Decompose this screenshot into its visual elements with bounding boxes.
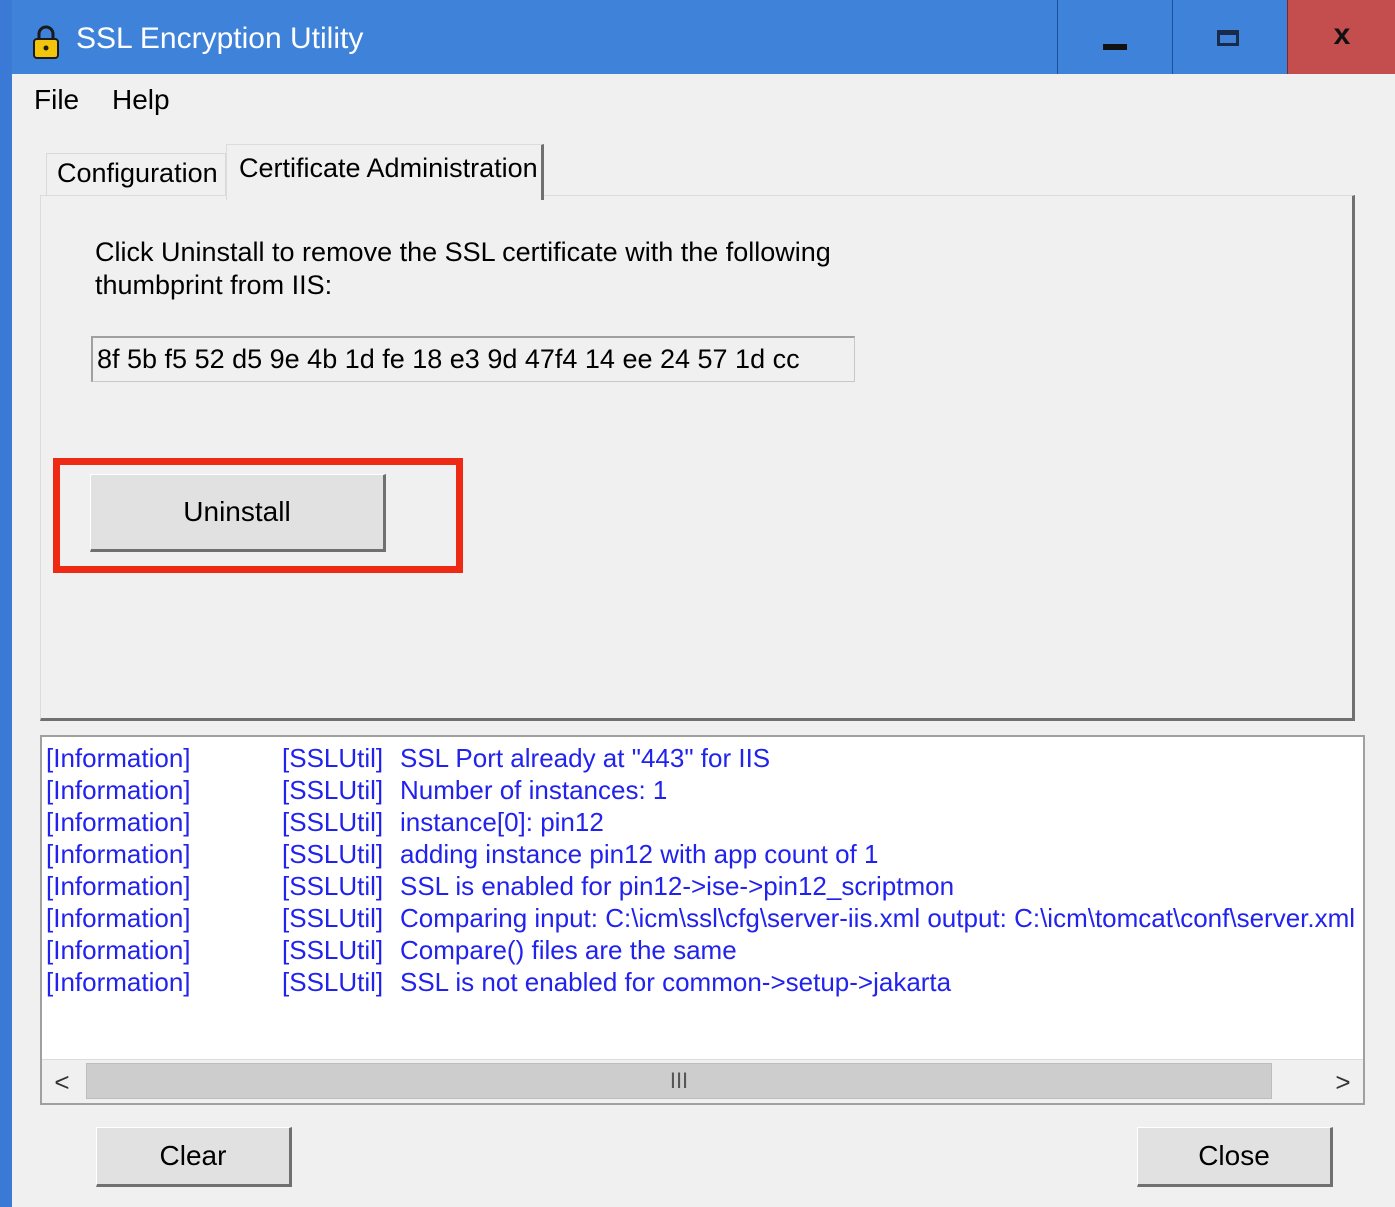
log-source: [SSLUtil] [282, 839, 384, 869]
log-message: SSL is enabled for pin12->ise->pin12_scr… [400, 871, 955, 901]
log-source: [SSLUtil] [282, 871, 384, 901]
horizontal-scrollbar[interactable]: < III > [42, 1059, 1363, 1103]
log-row: [Information] [SSLUtil] SSL is not enabled… [46, 967, 1363, 999]
log-source: [SSLUtil] [282, 743, 384, 773]
log-level: [Information] [46, 743, 191, 773]
padlock-icon [33, 25, 59, 59]
log-message: Number of instances: 1 [400, 775, 668, 805]
log-message: adding instance pin12 with app count of … [400, 839, 879, 869]
menu-help[interactable]: Help [112, 84, 170, 116]
uninstall-button[interactable]: Uninstall [90, 474, 386, 552]
log-rows: [Information] [SSLUtil] SSL Port already a… [46, 743, 1363, 999]
log-row: [Information] [SSLUtil] instance[0]: pin12 [46, 807, 1363, 839]
log-source: [SSLUtil] [282, 807, 384, 837]
maximize-button[interactable] [1172, 0, 1287, 74]
log-row: [Information] [SSLUtil] adding instance pi… [46, 839, 1363, 871]
log-source: [SSLUtil] [282, 903, 384, 933]
title-bar[interactable]: SSL Encryption Utility x [12, 0, 1395, 74]
log-row: [Information] [SSLUtil] Comparing input: C… [46, 903, 1363, 935]
menu-file[interactable]: File [34, 84, 79, 116]
log-source: [SSLUtil] [282, 935, 384, 965]
log-level: [Information] [46, 839, 191, 869]
log-level: [Information] [46, 967, 191, 997]
menu-bar: File Help [12, 74, 1395, 126]
minimize-button[interactable] [1057, 0, 1172, 74]
tab-certificate-administration[interactable]: Certificate Administration [226, 144, 544, 200]
log-level: [Information] [46, 807, 191, 837]
log-row: [Information] [SSLUtil] SSL is enabled for… [46, 871, 1363, 903]
log-row: [Information] [SSLUtil] Number of instance… [46, 775, 1363, 807]
log-level: [Information] [46, 903, 191, 933]
maximize-icon [1217, 30, 1239, 46]
log-message: Compare() files are the same [400, 935, 737, 965]
window-title: SSL Encryption Utility [76, 22, 364, 55]
log-message: SSL is not enabled for common->setup->ja… [400, 967, 952, 997]
log-output[interactable]: [Information] [SSLUtil] SSL Port already a… [40, 735, 1365, 1105]
app-window: SSL Encryption Utility x File Help Confi… [0, 0, 1395, 1207]
log-row: [Information] [SSLUtil] SSL Port already a… [46, 743, 1363, 775]
log-source: [SSLUtil] [282, 775, 384, 805]
instruction-text: Click Uninstall to remove the SSL certif… [95, 237, 831, 300]
minimize-icon [1103, 44, 1127, 50]
log-level: [Information] [46, 775, 191, 805]
log-source: [SSLUtil] [282, 967, 384, 997]
scroll-thumb[interactable]: III [86, 1063, 1272, 1099]
log-message: SSL Port already at "443" for IIS [400, 743, 771, 773]
close-icon: x [1333, 18, 1351, 51]
scroll-right-icon[interactable]: > [1323, 1060, 1363, 1103]
close-button[interactable]: Close [1137, 1127, 1333, 1187]
certificate-administration-panel: Click Uninstall to remove the SSL certif… [40, 195, 1355, 721]
log-message: Comparing input: C:\icm\ssl\cfg\server-i… [400, 903, 1356, 933]
clear-button[interactable]: Clear [96, 1127, 292, 1187]
log-level: [Information] [46, 871, 191, 901]
log-row: [Information] [SSLUtil] Compare() files ar… [46, 935, 1363, 967]
tab-configuration[interactable]: Configuration [46, 153, 226, 197]
scroll-left-icon[interactable]: < [42, 1060, 82, 1103]
window-close-button[interactable]: x [1287, 0, 1395, 74]
log-level: [Information] [46, 935, 191, 965]
thumbprint-field[interactable]: 8f 5b f5 52 d5 9e 4b 1d fe 18 e3 9d 47f4… [91, 336, 855, 382]
log-message: instance[0]: pin12 [400, 807, 604, 837]
